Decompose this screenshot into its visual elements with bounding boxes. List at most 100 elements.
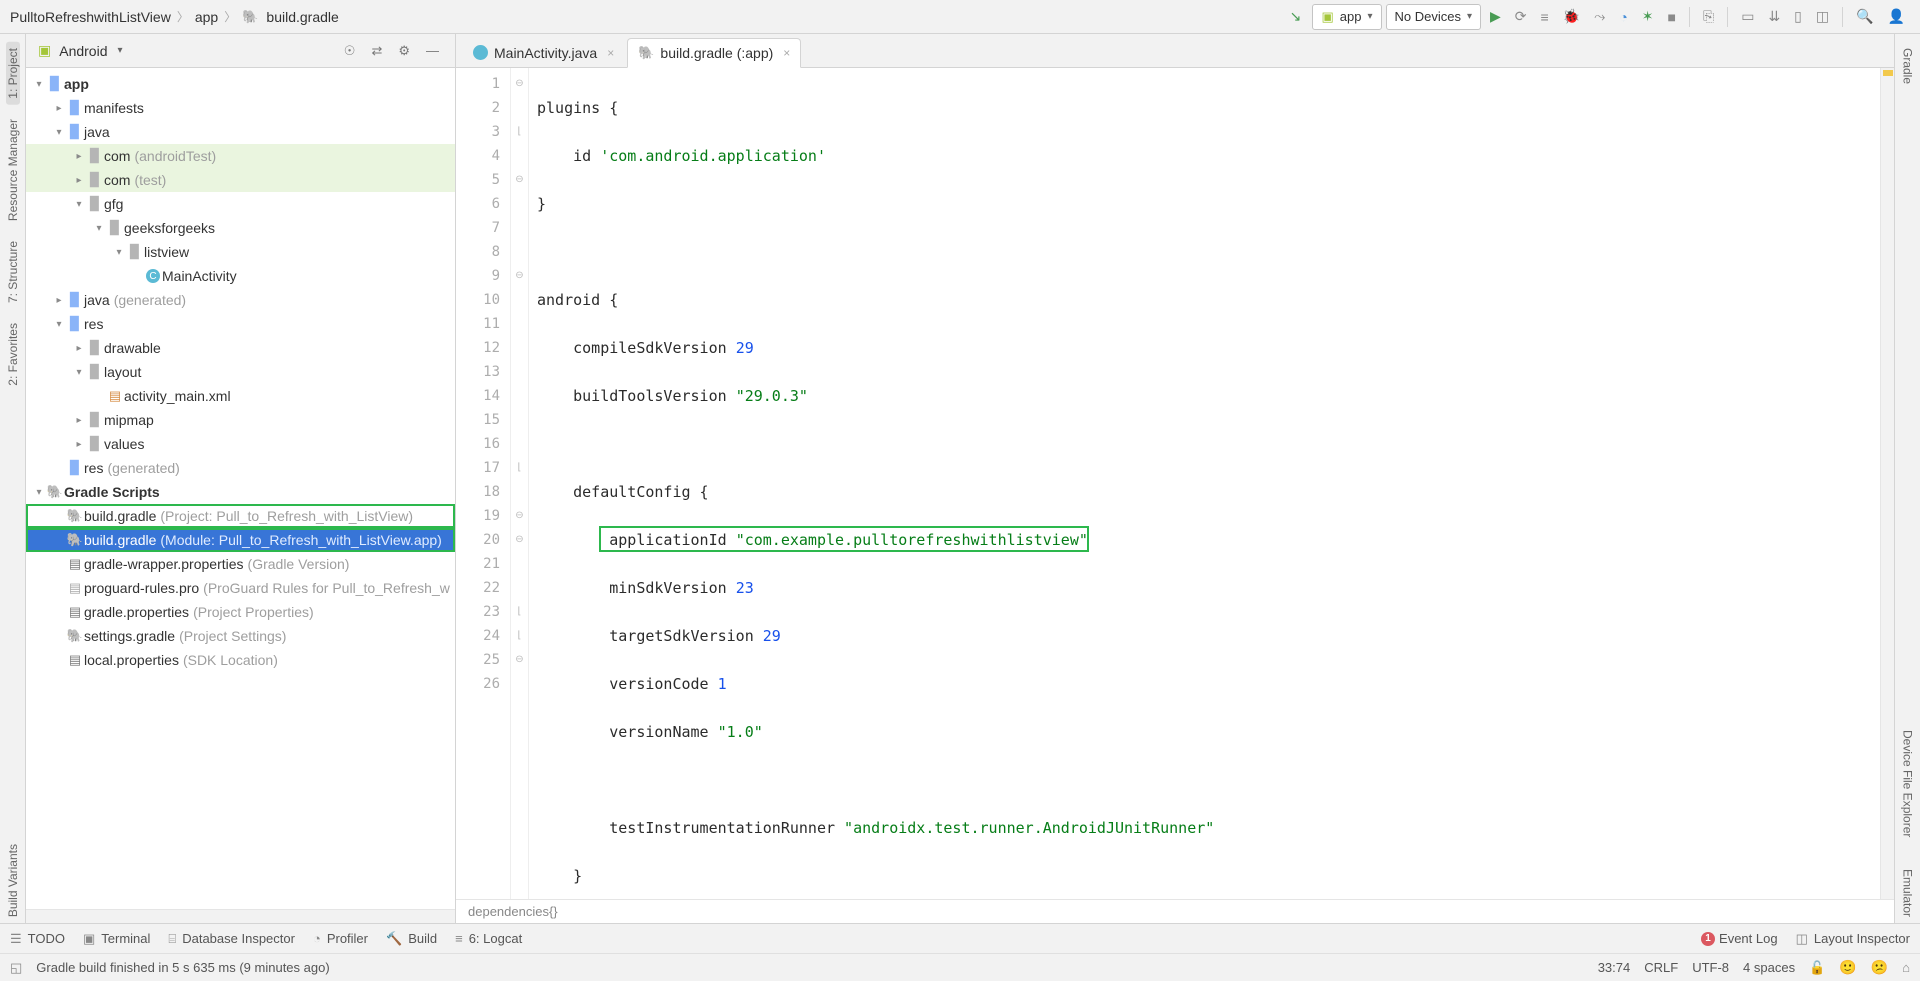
gradle-icon: 🐘 xyxy=(66,508,84,524)
user-icon[interactable]: 👤 xyxy=(1883,5,1910,28)
editor-breadcrumb[interactable]: dependencies{} xyxy=(456,899,1894,923)
tree-node-drawable[interactable]: ▉drawable xyxy=(26,336,455,360)
horizontal-scrollbar[interactable] xyxy=(26,909,455,923)
tool-terminal[interactable]: ▣Terminal xyxy=(83,931,150,947)
tree-node-mipmap[interactable]: ▉mipmap xyxy=(26,408,455,432)
sdk-manager-button[interactable]: ⇊ xyxy=(1763,5,1785,28)
run-config-select[interactable]: ▣ app ▾ xyxy=(1312,4,1381,30)
run-button[interactable]: ▶ xyxy=(1485,5,1506,28)
tree-node-geeksforgeeks[interactable]: ▉geeksforgeeks xyxy=(26,216,455,240)
tree-node-layout[interactable]: ▉layout xyxy=(26,360,455,384)
apply-changes-button[interactable]: ⟳ xyxy=(1510,5,1532,28)
tree-node-java[interactable]: ▉java xyxy=(26,120,455,144)
debug-button[interactable]: 🐞 xyxy=(1558,5,1585,28)
close-icon[interactable]: × xyxy=(783,46,790,60)
tree-node-gradle-properties[interactable]: ▤gradle.properties(Project Properties) xyxy=(26,600,455,624)
warning-marker[interactable] xyxy=(1883,70,1893,76)
tool-build[interactable]: 🔨Build xyxy=(386,931,437,947)
project-view-mode[interactable]: Android xyxy=(59,43,107,59)
tree-node-settings-gradle[interactable]: 🐘settings.gradle(Project Settings) xyxy=(26,624,455,648)
tool-project[interactable]: 1: Project xyxy=(6,42,20,105)
tree-node-com-androidtest[interactable]: ▉com(androidTest) xyxy=(26,144,455,168)
device-manager-button[interactable]: ▯ xyxy=(1789,5,1807,28)
search-everywhere-button[interactable]: 🔍 xyxy=(1851,5,1878,28)
tool-profiler[interactable]: ◔Profiler xyxy=(313,931,368,946)
line-number-gutter[interactable]: 1234567891011121314151617181920212223242… xyxy=(456,68,511,899)
git-button[interactable]: ⎘ xyxy=(1698,5,1719,28)
sync-gradle-button[interactable]: ↘︎ xyxy=(1282,6,1308,28)
avd-manager-button[interactable]: ▭ xyxy=(1736,5,1759,28)
tool-logcat[interactable]: ≡6: Logcat xyxy=(455,931,522,946)
status-bar: ◱ Gradle build finished in 5 s 635 ms (9… xyxy=(0,953,1920,981)
class-icon xyxy=(473,45,488,60)
feedback-sad-icon[interactable]: 😕 xyxy=(1871,959,1888,976)
cursor-position[interactable]: 33:74 xyxy=(1598,960,1631,975)
editor-body[interactable]: 1234567891011121314151617181920212223242… xyxy=(456,68,1894,899)
tab-mainactivity[interactable]: MainActivity.java × xyxy=(462,37,625,67)
toolbar: ↘︎ ▣ app ▾ No Devices ▾ ▶ ⟳ ≡ 🐞 ⤳ ◔ ✶ ■ … xyxy=(1282,4,1910,30)
tool-gradle[interactable]: Gradle xyxy=(1901,42,1915,90)
editor: MainActivity.java × 🐘 build.gradle (:app… xyxy=(456,34,1894,923)
layout-inspector-button[interactable]: ◫ xyxy=(1811,5,1834,28)
tree-node-gfg[interactable]: ▉gfg xyxy=(26,192,455,216)
tool-favorites[interactable]: 2: Favorites xyxy=(6,317,20,392)
tree-node-listview[interactable]: ▉listview xyxy=(26,240,455,264)
tool-device-file-explorer[interactable]: Device File Explorer xyxy=(1901,724,1915,843)
gradle-file-icon xyxy=(242,8,260,25)
chevron-down-icon[interactable]: ▾ xyxy=(118,45,123,56)
tree-node-com-test[interactable]: ▉com(test) xyxy=(26,168,455,192)
stop-button[interactable]: ■ xyxy=(1663,6,1681,28)
tree-node-gradle-wrapper[interactable]: ▤gradle-wrapper.properties(Gradle Versio… xyxy=(26,552,455,576)
settings-gear-icon[interactable]: ⚙ xyxy=(394,41,414,61)
tool-event-log[interactable]: 1Event Log xyxy=(1701,931,1778,946)
editor-marker-bar[interactable] xyxy=(1880,68,1894,899)
tab-build-gradle[interactable]: 🐘 build.gradle (:app) × xyxy=(627,38,801,68)
tree-node-res[interactable]: ▉res xyxy=(26,312,455,336)
breadcrumb-file[interactable]: build.gradle xyxy=(266,9,338,25)
tool-resource-manager[interactable]: Resource Manager xyxy=(6,113,20,227)
breadcrumb[interactable]: PulltoRefreshwithListView 〉 app 〉 build.… xyxy=(10,8,339,25)
close-icon[interactable]: × xyxy=(607,46,614,60)
tool-build-variants[interactable]: Build Variants xyxy=(6,838,20,923)
tool-todo[interactable]: ☰TODO xyxy=(10,931,65,947)
coverage-button[interactable]: ⤳ xyxy=(1589,5,1610,28)
fold-gutter[interactable]: ⊖⌊⊖⊖⌊⊖⊖⌊⌊⊖ xyxy=(511,68,529,899)
tree-node-res-generated[interactable]: ▉res(generated) xyxy=(26,456,455,480)
tree-node-build-gradle-module[interactable]: 🐘build.gradle(Module: Pull_to_Refresh_wi… xyxy=(26,528,455,552)
indent-settings[interactable]: 4 spaces xyxy=(1743,960,1795,975)
hide-tool-windows-icon[interactable]: ◱ xyxy=(10,960,22,976)
memory-indicator-icon[interactable]: ⌂ xyxy=(1902,960,1910,975)
file-icon: ▤ xyxy=(66,580,84,596)
select-opened-file-button[interactable]: ☉ xyxy=(340,41,360,61)
breadcrumb-project[interactable]: PulltoRefreshwithListView xyxy=(10,9,171,25)
breadcrumb-module[interactable]: app xyxy=(195,9,218,25)
expand-all-button[interactable]: ⇄ xyxy=(367,41,386,61)
tree-node-activity-main[interactable]: ▤activity_main.xml xyxy=(26,384,455,408)
tool-emulator[interactable]: Emulator xyxy=(1901,863,1915,923)
right-tool-gutter: Gradle Device File Explorer Emulator xyxy=(1894,34,1920,923)
tree-node-proguard[interactable]: ▤proguard-rules.pro(ProGuard Rules for P… xyxy=(26,576,455,600)
code-editor[interactable]: plugins { id 'com.android.application' }… xyxy=(529,68,1880,899)
chevron-right-icon: 〉 xyxy=(177,8,189,25)
tree-node-mainactivity[interactable]: CMainActivity xyxy=(26,264,455,288)
hide-panel-button[interactable]: — xyxy=(422,41,443,60)
tree-node-values[interactable]: ▉values xyxy=(26,432,455,456)
profile-button[interactable]: ◔ xyxy=(1614,6,1632,28)
tree-node-java-generated[interactable]: ▉java(generated) xyxy=(26,288,455,312)
tree-node-build-gradle-project[interactable]: 🐘build.gradle(Project: Pull_to_Refresh_w… xyxy=(26,504,455,528)
file-encoding[interactable]: UTF-8 xyxy=(1692,960,1729,975)
tool-layout-inspector[interactable]: ◫Layout Inspector xyxy=(1796,931,1910,947)
apply-code-button[interactable]: ≡ xyxy=(1536,6,1554,28)
readonly-lock-icon[interactable]: 🔓 xyxy=(1809,960,1825,976)
tree-node-app[interactable]: ▉app xyxy=(26,72,455,96)
tree-node-manifests[interactable]: ▉manifests xyxy=(26,96,455,120)
attach-debugger-button[interactable]: ✶ xyxy=(1637,5,1659,28)
device-select[interactable]: No Devices ▾ xyxy=(1386,4,1482,30)
tree-node-gradle-scripts[interactable]: 🐘Gradle Scripts xyxy=(26,480,455,504)
tree-node-local-properties[interactable]: ▤local.properties(SDK Location) xyxy=(26,648,455,672)
project-tree[interactable]: ▉app ▉manifests ▉java ▉com(androidTest) … xyxy=(26,68,455,909)
feedback-happy-icon[interactable]: 🙂 xyxy=(1839,959,1856,976)
tool-structure[interactable]: 7: Structure xyxy=(6,235,20,309)
tool-database-inspector[interactable]: ⌸Database Inspector xyxy=(168,931,295,947)
line-separator[interactable]: CRLF xyxy=(1644,960,1678,975)
